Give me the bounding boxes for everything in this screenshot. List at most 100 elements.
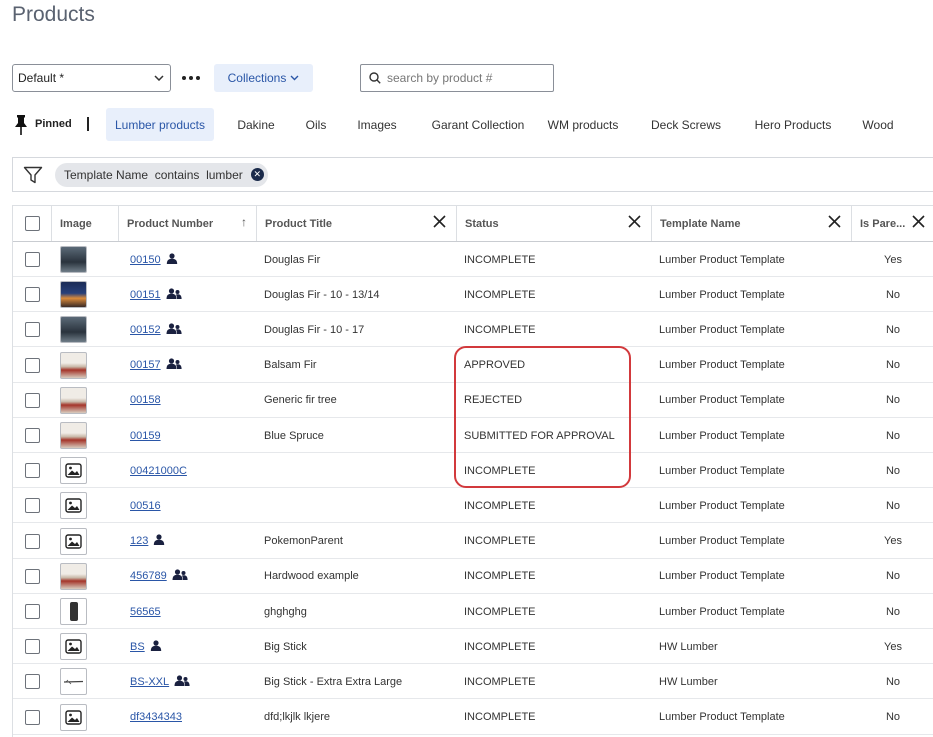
row-checkbox[interactable] xyxy=(25,533,40,549)
collections-button[interactable]: Collections xyxy=(214,64,313,92)
user-icon xyxy=(150,640,162,654)
product-number-link[interactable]: 00150 xyxy=(130,254,161,266)
row-checkbox[interactable] xyxy=(25,498,40,514)
product-thumbnail[interactable] xyxy=(60,316,87,344)
row-checkbox[interactable] xyxy=(25,639,40,655)
tab-hero-products[interactable]: Hero Products xyxy=(744,108,842,141)
product-number-link[interactable]: df3434343 xyxy=(130,711,182,723)
tab-images[interactable]: Images xyxy=(348,108,406,141)
table-row[interactable]: 00516 INCOMPLETE Lumber Product Template No xyxy=(13,488,933,524)
row-checkbox[interactable] xyxy=(25,287,40,303)
product-number-link[interactable]: 456789 xyxy=(130,570,167,582)
column-header-product-number[interactable]: Product Number ↑ xyxy=(119,206,257,241)
row-checkbox[interactable] xyxy=(25,568,40,584)
product-thumbnail[interactable] xyxy=(60,281,87,309)
table-row[interactable]: 00421000C INCOMPLETE Lumber Product Templa… xyxy=(13,453,933,489)
column-header-status[interactable]: Status xyxy=(457,206,652,241)
table-row[interactable]: 00157 Balsam Fir APPROVED Lumber Product Te… xyxy=(13,348,933,383)
search-box[interactable] xyxy=(360,64,554,92)
sort-ascending-icon[interactable]: ↑ xyxy=(241,215,247,229)
table-row[interactable]: 56565 ghghghg INCOMPLETE Lumber Product Tem… xyxy=(13,594,933,629)
table-row[interactable]: 00152 Douglas Fir - 10 - 17 INCOMPLETE Lumb… xyxy=(13,312,933,348)
tab-lumber-products[interactable]: Lumber products xyxy=(106,108,214,141)
tab-deck-screws[interactable]: Deck Screws xyxy=(645,108,727,141)
row-checkbox[interactable] xyxy=(25,463,40,479)
table-row[interactable]: 00150 Douglas Fir INCOMPLETE Lumber Product… xyxy=(13,242,933,277)
table-row[interactable]: BS-XXL Big Stick - Extra Extra Large INCOM… xyxy=(13,664,933,700)
column-header-image[interactable]: Image xyxy=(52,206,119,241)
product-thumbnail[interactable] xyxy=(60,598,87,625)
tab-oils[interactable]: Oils xyxy=(296,108,336,141)
template-name-cell: Lumber Product Template xyxy=(659,711,785,724)
column-header-is-parent[interactable]: Is Pare... xyxy=(852,206,933,241)
product-number-link[interactable]: 00516 xyxy=(130,500,161,512)
is-parent-cell: No xyxy=(885,359,901,372)
tab-wm-products[interactable]: WM products xyxy=(542,108,624,141)
close-icon[interactable] xyxy=(912,215,925,228)
table-row[interactable]: 00158 Generic fir tree REJECTED Lumber Prod… xyxy=(13,383,933,418)
image-cell xyxy=(52,524,119,559)
status-cell: INCOMPLETE xyxy=(464,570,536,583)
row-checkbox[interactable] xyxy=(25,392,40,408)
product-number-link[interactable]: BS-XXL xyxy=(130,676,169,688)
product-number-link[interactable]: 00159 xyxy=(130,430,161,442)
table-row[interactable]: 123 PokemonParent INCOMPLETE Lumber Product… xyxy=(13,524,933,559)
product-thumbnail[interactable] xyxy=(60,351,87,379)
search-input[interactable] xyxy=(387,71,547,85)
page-title: Products xyxy=(12,3,95,26)
view-select[interactable]: Default * xyxy=(12,64,171,92)
filter-icon[interactable] xyxy=(13,158,53,191)
image-placeholder-icon[interactable] xyxy=(60,527,87,555)
filter-chip[interactable]: Template Name contains lumber ✕ xyxy=(55,162,268,187)
product-number-link[interactable]: 00152 xyxy=(130,324,161,336)
product-thumbnail[interactable] xyxy=(60,422,87,449)
product-number-link[interactable]: BS xyxy=(130,641,145,653)
product-number-link[interactable]: 56565 xyxy=(130,606,161,618)
tab-wood[interactable]: Wood xyxy=(852,108,904,141)
image-cell xyxy=(52,348,119,383)
row-checkbox[interactable] xyxy=(25,322,40,338)
table-row[interactable]: 00159 Blue Spruce SUBMITTED FOR APPROVAL Lu… xyxy=(13,418,933,453)
image-placeholder-icon[interactable] xyxy=(60,703,87,731)
select-all-checkbox[interactable] xyxy=(24,216,40,231)
row-checkbox[interactable] xyxy=(25,709,40,725)
close-icon[interactable] xyxy=(433,215,446,228)
is-parent-cell: No xyxy=(885,711,901,724)
tab-dakine[interactable]: Dakine xyxy=(228,108,284,141)
close-icon[interactable]: ✕ xyxy=(250,168,264,181)
product-number-link[interactable]: 00421000C xyxy=(130,465,187,477)
row-checkbox[interactable] xyxy=(25,604,40,619)
product-thumbnail[interactable] xyxy=(60,668,87,696)
close-icon[interactable] xyxy=(828,215,841,228)
table-row[interactable]: BS Big Stick INCOMPLETE HW Lumber Yes xyxy=(13,629,933,665)
close-icon[interactable] xyxy=(628,215,641,228)
tab-garant-collection[interactable]: Garant Collection xyxy=(420,108,536,141)
column-header-template-name[interactable]: Template Name xyxy=(652,206,852,241)
table-row[interactable]: df3434343 dfd;lkjlk lkjere INCOMPLETE Lumbe… xyxy=(13,700,933,735)
row-checkbox[interactable] xyxy=(25,252,40,267)
product-thumbnail[interactable] xyxy=(60,386,87,414)
row-checkbox[interactable] xyxy=(25,357,40,373)
row-checkbox-cell xyxy=(13,453,52,488)
status-cell: INCOMPLETE xyxy=(464,605,536,618)
product-number-link[interactable]: 00151 xyxy=(130,289,161,301)
row-checkbox[interactable] xyxy=(25,674,40,690)
product-number-link[interactable]: 00158 xyxy=(130,394,161,406)
image-placeholder-icon[interactable] xyxy=(60,457,87,485)
table-header: Image Product Number ↑ Product Title Sta… xyxy=(13,205,933,242)
users-group-icon xyxy=(166,358,182,372)
table-row[interactable]: 456789 Hardwood example INCOMPLETE Lumber P… xyxy=(13,559,933,594)
product-thumbnail[interactable] xyxy=(60,246,87,273)
users-group-icon xyxy=(166,323,182,337)
column-header-product-title[interactable]: Product Title xyxy=(257,206,457,241)
product-thumbnail[interactable] xyxy=(60,562,87,590)
product-number-link[interactable]: 00157 xyxy=(130,359,161,371)
row-checkbox[interactable] xyxy=(25,428,40,443)
is-parent-cell: No xyxy=(885,323,901,336)
image-placeholder-icon[interactable] xyxy=(60,492,87,520)
product-number-link[interactable]: 123 xyxy=(130,535,148,547)
image-placeholder-icon[interactable] xyxy=(60,633,87,661)
is-parent-cell: Yes xyxy=(884,535,902,548)
table-row[interactable]: 00151 Douglas Fir - 10 - 13/14 INCOMPLETE L… xyxy=(13,277,933,313)
more-options-icon[interactable] xyxy=(180,64,202,92)
